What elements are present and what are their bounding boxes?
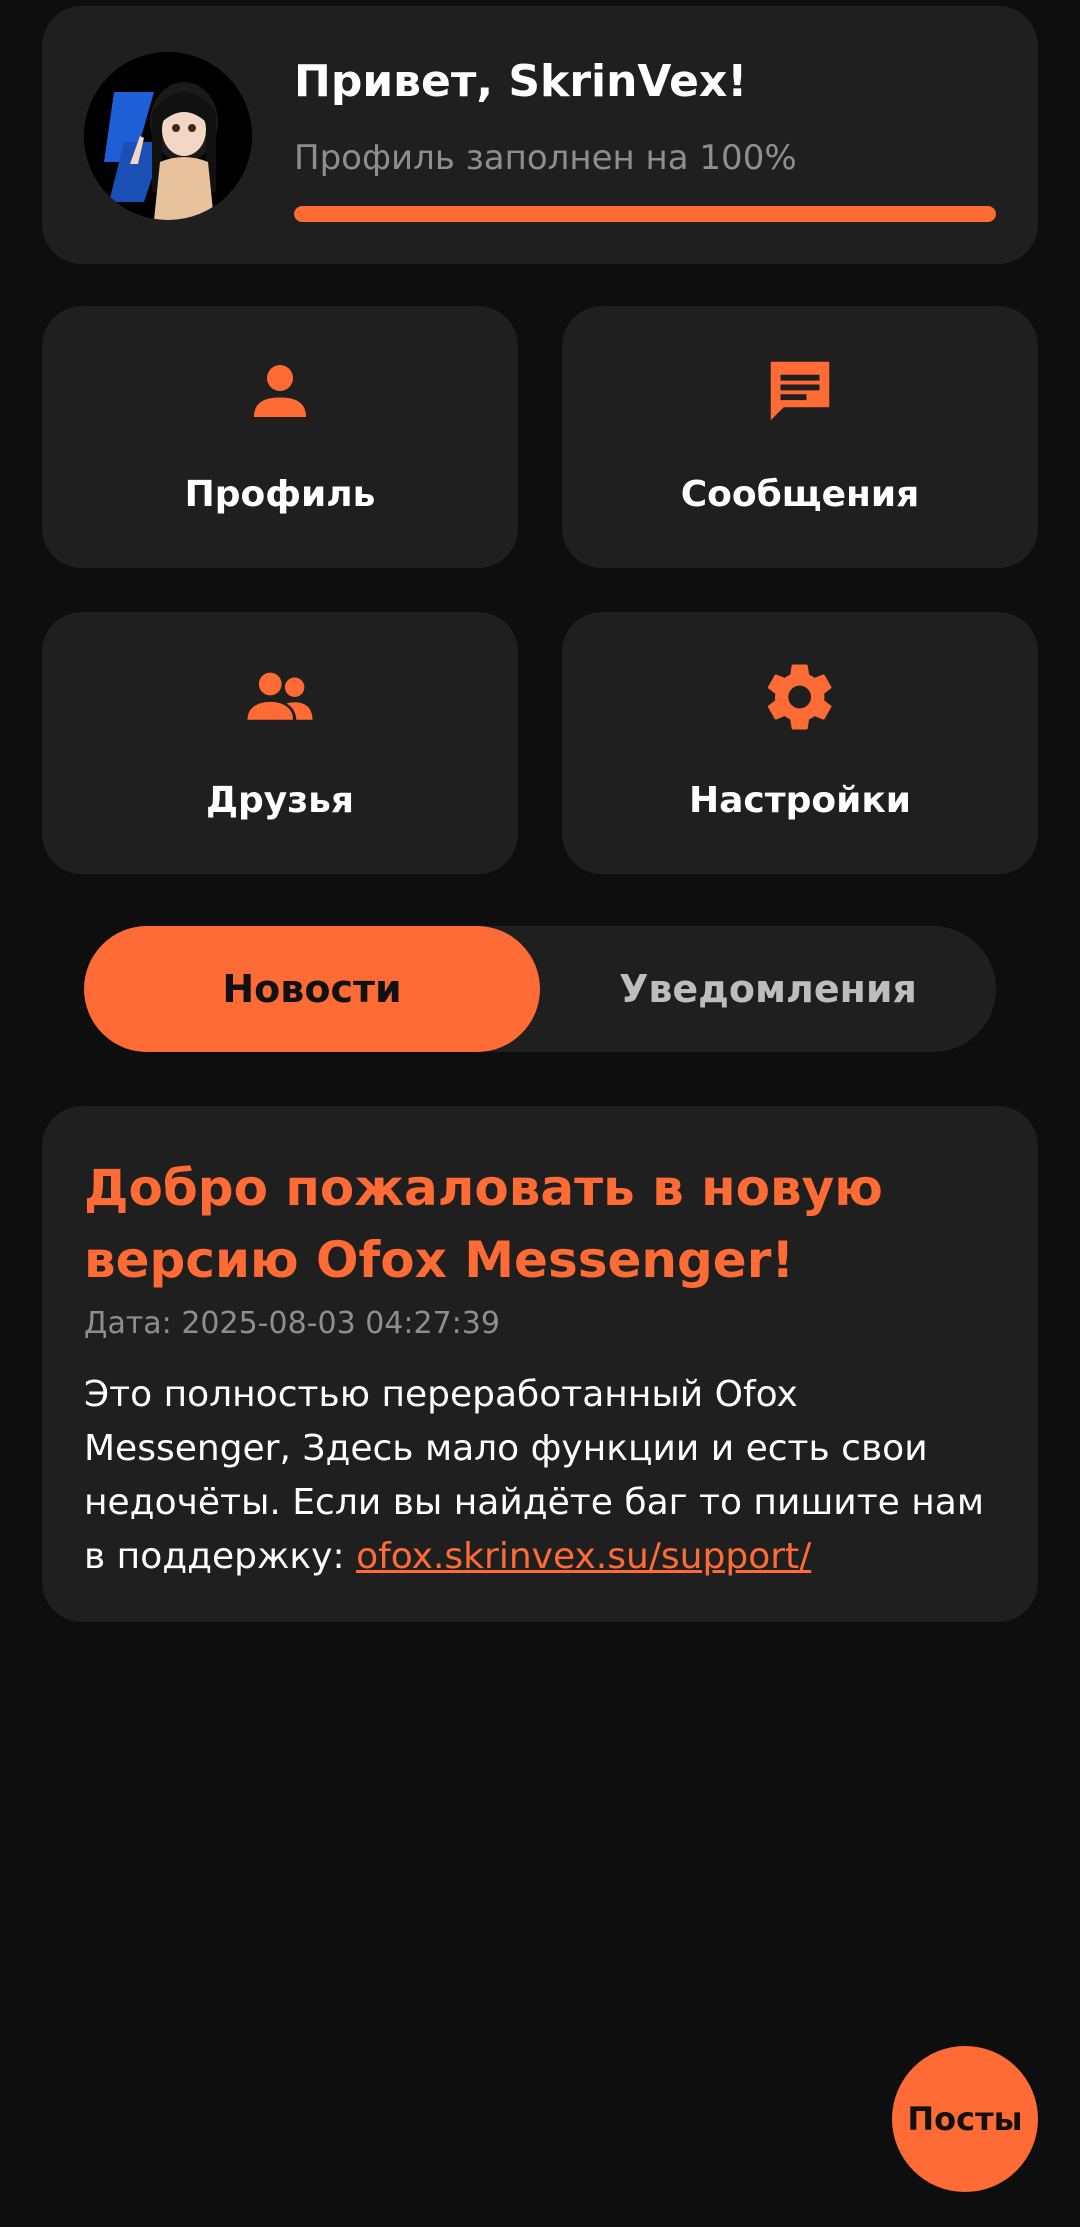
news-card: Добро пожаловать в новую версию Ofox Mes… xyxy=(42,1106,1038,1622)
news-tabs: Новости Уведомления xyxy=(84,926,996,1052)
news-title: Добро пожаловать в новую версию Ofox Mes… xyxy=(84,1159,883,1289)
posts-button[interactable]: Посты xyxy=(892,2046,1038,2192)
tab-news[interactable]: Новости xyxy=(84,926,540,1052)
chat-icon xyxy=(770,361,830,421)
avatar[interactable] xyxy=(84,52,252,220)
tile-profile-label: Профиль xyxy=(184,474,376,515)
person-icon xyxy=(254,365,306,417)
tab-notifications[interactable]: Уведомления xyxy=(540,926,996,1052)
profile-progress-fill xyxy=(294,206,996,222)
gear-icon xyxy=(767,664,832,730)
profile-completion-text: Профиль заполнен на 100% xyxy=(294,138,797,178)
tile-profile[interactable]: Профиль xyxy=(42,306,518,568)
greeting-text: Привет, SkrinVex! xyxy=(294,56,748,107)
news-date: Дата: 2025-08-03 04:27:39 xyxy=(84,1306,500,1341)
news-body: Это полностью переработанный Ofox Messen… xyxy=(84,1368,1004,1584)
tile-messages-label: Сообщения xyxy=(680,474,920,515)
tile-friends[interactable]: Друзья xyxy=(42,612,518,874)
avatar-image xyxy=(84,52,252,220)
tile-messages[interactable]: Сообщения xyxy=(562,306,1038,568)
profile-progress-bar xyxy=(294,206,996,222)
group-icon xyxy=(247,672,313,720)
tile-settings-label: Настройки xyxy=(688,780,911,821)
profile-header-card: Привет, SkrinVex! Профиль заполнен на 10… xyxy=(42,6,1038,264)
support-link[interactable]: ofox.skrinvex.su/support/ xyxy=(356,1536,811,1577)
tile-friends-label: Друзья xyxy=(205,780,355,821)
tile-settings[interactable]: Настройки xyxy=(562,612,1038,874)
